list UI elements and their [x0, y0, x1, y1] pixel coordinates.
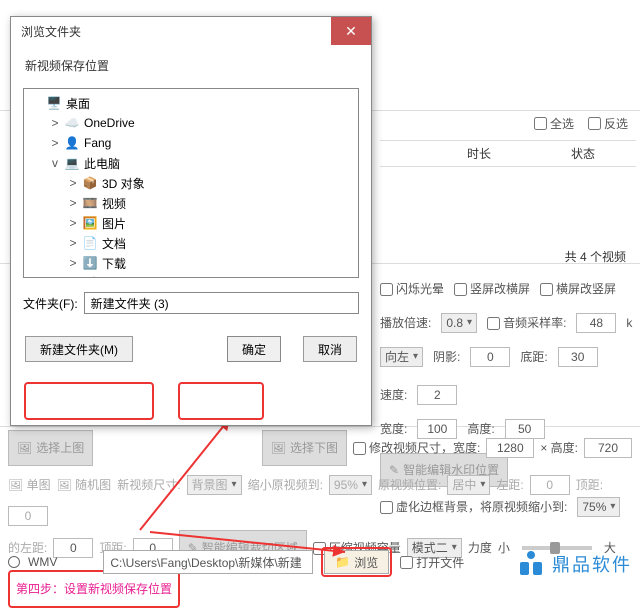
bottom-dist[interactable]: 30 [558, 347, 598, 367]
open-file[interactable]: 打开文件 [400, 554, 464, 571]
expand-icon[interactable]: > [50, 116, 60, 130]
lower-options: 🖼 选择上图 🖼 选择下图 修改视频尺寸，宽度: 1280 × 高度: 720 … [0, 426, 640, 616]
tree-label: OneDrive [84, 116, 135, 130]
image-icon: 🖼️ [82, 215, 98, 231]
expand-icon[interactable]: v [50, 156, 60, 170]
pc-icon: 💻 [64, 155, 80, 171]
new-size[interactable]: 背景图 [187, 475, 242, 495]
tree-label: 下载 [102, 255, 126, 272]
shrink[interactable]: 95% [329, 475, 372, 495]
expand-icon[interactable]: > [68, 236, 78, 250]
select-all[interactable]: 全选 [534, 115, 574, 132]
play-speed[interactable]: 0.8 [441, 313, 477, 333]
new-folder-button[interactable]: 新建文件夹(M) [25, 336, 133, 362]
single-img: 🖼 单图 [8, 470, 51, 500]
folder-tree[interactable]: 🖥️桌面 > ☁️ OneDrive > 👤 Fang v 💻此电脑 > 📦3D 对象 > 🎞️视频 > 🖼… [23, 88, 359, 278]
desktop-icon: 🖥️ [46, 95, 62, 111]
audio-rate-chk[interactable]: 音频采样率: [487, 309, 566, 337]
brand-logo: 鼎品软件 [516, 549, 632, 579]
download-icon: ⬇️ [82, 255, 98, 271]
tree-label: 文档 [102, 235, 126, 252]
dialog-subtitle: 新视频保存位置 [11, 45, 371, 80]
invert-select[interactable]: 反选 [588, 115, 628, 132]
col-duration: 时长 [434, 145, 524, 162]
folder-label: 文件夹(F): [23, 295, 78, 312]
direction[interactable]: 向左 [380, 347, 423, 367]
random-img: 🖼 随机图 [57, 470, 112, 500]
tree-node[interactable]: > 📄文档 [26, 233, 356, 253]
sel-up-img: 🖼 选择上图 [8, 430, 93, 466]
tree-node[interactable]: > 🖼️图片 [26, 213, 356, 233]
resize-h[interactable]: 720 [584, 438, 632, 458]
browse-button[interactable]: 📁浏览 [324, 550, 389, 574]
expand-icon[interactable]: > [68, 196, 78, 210]
expand-icon[interactable]: > [68, 276, 78, 278]
video-count: 共 4 个视频 [565, 248, 626, 265]
tree-node[interactable]: > 🎞️视频 [26, 193, 356, 213]
play-speed-label: 播放倍速: [380, 309, 431, 337]
tree-node[interactable]: > ⬇️下载 [26, 253, 356, 273]
tree-node[interactable]: v 💻此电脑 [26, 153, 356, 173]
music-icon: 🎵 [82, 275, 98, 278]
expand-icon[interactable]: > [68, 256, 78, 270]
table-area: 全选 反选 时长 状态 [380, 115, 636, 175]
speed[interactable]: 2 [417, 385, 457, 405]
top-dist[interactable]: 0 [8, 506, 48, 526]
browse-folder-dialog: 浏览文件夹 ✕ 新视频保存位置 🖥️桌面 > ☁️ OneDrive > 👤 Fang v 💻此… [10, 16, 372, 426]
expand-icon[interactable]: > [50, 136, 60, 150]
tree-node[interactable]: > 📦3D 对象 [26, 173, 356, 193]
audio-rate[interactable]: 48 [576, 313, 616, 333]
expand-icon[interactable]: > [68, 176, 78, 190]
opt-v2h[interactable]: 竖屏改横屏 [454, 275, 530, 303]
tree-node[interactable]: 🖥️桌面 [26, 93, 356, 113]
folder-icon: 📁 [335, 555, 350, 569]
opt-h2v[interactable]: 横屏改竖屏 [540, 275, 616, 303]
resize-chk[interactable]: 修改视频尺寸，宽度: [353, 433, 480, 463]
close-icon[interactable]: ✕ [331, 17, 371, 45]
tree-node[interactable]: > 🎵 音乐 [26, 273, 356, 278]
dialog-title: 浏览文件夹 [21, 23, 81, 40]
folder-input[interactable]: 新建文件夹 (3) [84, 292, 359, 314]
expand-icon[interactable]: > [68, 216, 78, 230]
brand-icon [516, 549, 546, 579]
brand-text: 鼎品软件 [552, 551, 632, 577]
wmv-label: WMV [28, 555, 57, 569]
resize-w[interactable]: 1280 [486, 438, 534, 458]
tree-node[interactable]: > ☁️ OneDrive [26, 113, 356, 133]
col-status: 状态 [538, 145, 628, 162]
dialog-titlebar[interactable]: 浏览文件夹 ✕ [11, 17, 371, 45]
tree-label: Fang [84, 136, 111, 150]
user-icon: 👤 [64, 135, 80, 151]
video-icon: 🎞️ [82, 195, 98, 211]
tree-label: 桌面 [66, 95, 90, 112]
tree-node[interactable]: > 👤 Fang [26, 133, 356, 153]
cube-icon: 📦 [82, 175, 98, 191]
opt-flash[interactable]: 闪烁光晕 [380, 275, 444, 303]
tree-label: 此电脑 [84, 155, 120, 172]
tree-label: 音乐 [102, 275, 126, 279]
wmv-radio[interactable] [8, 556, 20, 568]
cloud-icon: ☁️ [64, 115, 80, 131]
left-dist[interactable]: 0 [530, 475, 570, 495]
orig-pos[interactable]: 居中 [447, 475, 490, 495]
save-path[interactable]: C:\Users\Fang\Desktop\新媒体\新建 [103, 550, 313, 574]
browse-highlight: 📁浏览 [321, 547, 392, 577]
sel-down-img: 🖼 选择下图 [262, 430, 347, 466]
tree-label: 图片 [102, 215, 126, 232]
cancel-button[interactable]: 取消 [303, 336, 357, 362]
tree-label: 视频 [102, 195, 126, 212]
doc-icon: 📄 [82, 235, 98, 251]
ok-button[interactable]: 确定 [227, 336, 281, 362]
shadow[interactable]: 0 [470, 347, 510, 367]
tree-label: 3D 对象 [102, 175, 145, 192]
